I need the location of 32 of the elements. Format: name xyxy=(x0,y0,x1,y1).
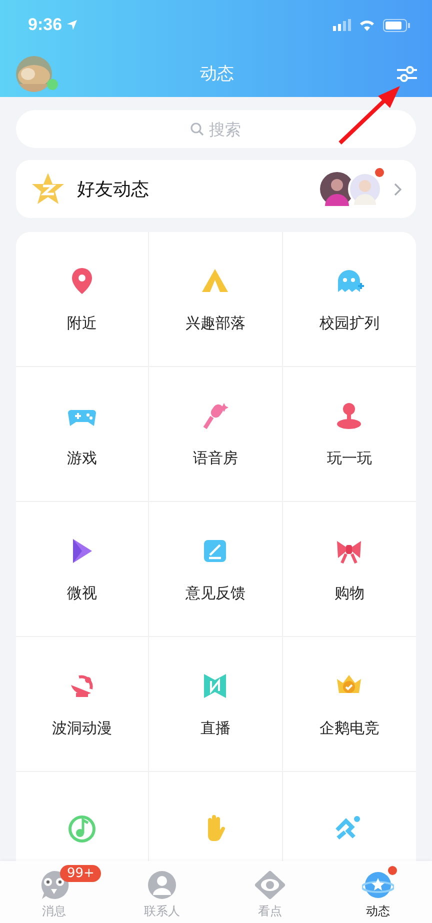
music-note-icon xyxy=(67,814,98,844)
feature-tile[interactable]: 企鹅电竞 xyxy=(282,637,416,772)
feature-tile[interactable]: 语音房 xyxy=(149,367,283,502)
avatar-icon xyxy=(348,172,382,206)
location-arrow-icon xyxy=(66,19,78,31)
annotation-arrow xyxy=(338,86,400,144)
chevron-right-icon xyxy=(394,182,402,196)
battery-icon xyxy=(383,18,410,32)
star-z-icon xyxy=(31,173,65,205)
friends-feed-label: 好友动态 xyxy=(77,178,150,201)
feature-tile[interactable]: 兴趣部落 xyxy=(149,232,283,367)
signal-icon xyxy=(333,19,351,31)
feature-tile[interactable]: 购物 xyxy=(282,502,416,637)
clock-time: 9:36 xyxy=(28,15,62,35)
feature-tile[interactable]: 附近 xyxy=(16,232,150,367)
contact-icon xyxy=(148,871,176,899)
friends-feed-row[interactable]: 好友动态 xyxy=(16,160,416,218)
page-title: 动态 xyxy=(200,63,234,85)
feature-tile[interactable]: 直播 xyxy=(149,637,283,772)
feature-tile[interactable]: 校园扩列 xyxy=(282,232,416,367)
feature-tile[interactable]: 玩一玩 xyxy=(282,367,416,502)
feature-tile[interactable]: 游戏 xyxy=(16,367,150,502)
unread-count-badge: 99+ xyxy=(60,865,102,882)
feature-tile[interactable]: 意见反馈 xyxy=(149,502,283,637)
feature-tile[interactable]: 微视 xyxy=(16,502,150,637)
eye-icon xyxy=(255,871,285,899)
feature-tile[interactable]: 波洞动漫 xyxy=(16,637,150,772)
tab[interactable]: 消息 99+ xyxy=(0,861,108,923)
search-icon xyxy=(190,122,204,136)
wifi-icon xyxy=(359,19,375,31)
tab[interactable]: 动态 xyxy=(324,861,432,923)
search-field[interactable]: 搜索 xyxy=(16,110,416,148)
